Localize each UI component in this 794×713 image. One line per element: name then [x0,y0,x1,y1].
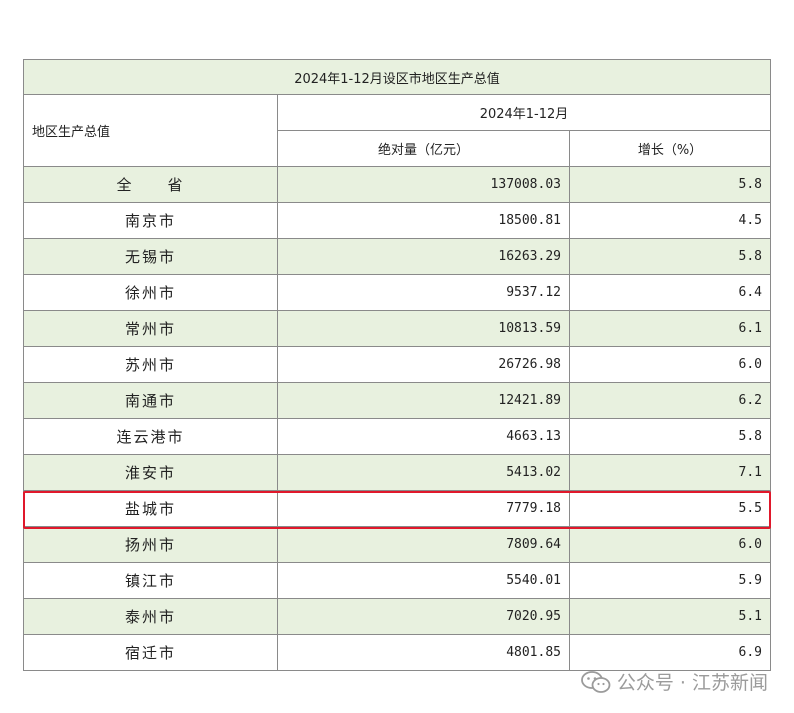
region-name: 全 省 [23,166,278,203]
growth-header: 增长（%） [568,130,772,167]
gdp-value: 9537.12 [277,274,570,311]
gdp-value: 16263.29 [277,238,570,275]
gdp-value: 18500.81 [277,202,570,239]
region-name: 常州市 [23,310,278,347]
wechat-icon [580,670,611,693]
growth-value: 6.0 [568,346,772,383]
gdp-value: 10813.59 [277,310,570,347]
growth-value: 5.8 [568,418,772,455]
table-title: 2024年1-12月设区市地区生产总值 [22,59,772,95]
growth-value: 6.1 [568,310,772,347]
table-row: 扬州市 7809.64 6.0 [23,526,772,563]
growth-value: 6.4 [568,274,772,311]
corner-header: 地区生产总值 [23,94,278,167]
growth-value: 5.1 [568,598,772,635]
gdp-value: 26726.98 [277,346,570,383]
region-name: 苏州市 [23,346,278,383]
table-row: 宿迁市 4801.85 6.9 [23,634,772,671]
region-name: 淮安市 [23,454,278,491]
table-row: 淮安市 5413.02 7.1 [23,454,772,491]
region-name: 镇江市 [23,562,278,599]
growth-value: 5.8 [568,166,772,203]
region-name: 南京市 [23,202,278,239]
table-row: 无锡市 16263.29 5.8 [23,238,772,275]
table-row: 南京市 18500.81 4.5 [23,202,772,239]
growth-value: 4.5 [568,202,772,239]
growth-value: 6.2 [568,382,772,419]
table-row: 苏州市 26726.98 6.0 [23,346,772,383]
table-row: 连云港市 4663.13 5.8 [23,418,772,455]
region-name: 无锡市 [23,238,278,275]
region-name: 南通市 [23,382,278,419]
gdp-value: 7779.18 [277,490,570,527]
region-name: 扬州市 [23,526,278,563]
growth-value: 7.1 [568,454,772,491]
growth-value: 5.8 [568,238,772,275]
region-name: 泰州市 [23,598,278,635]
table-row: 镇江市 5540.01 5.9 [23,562,772,599]
gdp-value: 7020.95 [277,598,570,635]
growth-value: 6.9 [568,634,772,671]
gdp-value: 5540.01 [277,562,570,599]
table-row: 南通市 12421.89 6.2 [23,382,772,419]
gdp-value: 4663.13 [277,418,570,455]
region-name: 徐州市 [23,274,278,311]
watermark-text: 公众号 · 江苏新闻 [616,672,768,694]
table-row: 常州市 10813.59 6.1 [23,310,772,347]
table-row: 盐城市 7779.18 5.5 [23,490,772,527]
watermark: 公众号 · 江苏新闻 [580,668,768,695]
table-row: 全 省 137008.03 5.8 [23,166,772,203]
region-name: 宿迁市 [23,634,278,671]
absolute-value-header: 绝对量（亿元） [277,130,570,167]
gdp-value: 12421.89 [277,382,570,419]
gdp-value: 5413.02 [277,454,570,491]
gdp-value: 7809.64 [277,526,570,563]
gdp-value: 4801.85 [277,634,570,671]
table-row: 徐州市 9537.12 6.4 [23,274,772,311]
growth-value: 5.9 [568,562,772,599]
period-header: 2024年1-12月 [276,94,772,131]
gdp-table: 2024年1-12月设区市地区生产总值 地区生产总值 2024年1-12月 绝对… [22,59,772,671]
region-name: 盐城市 [23,490,278,527]
gdp-value: 137008.03 [277,166,570,203]
growth-value: 5.5 [568,490,772,527]
growth-value: 6.0 [568,526,772,563]
table-row: 泰州市 7020.95 5.1 [23,598,772,635]
region-name: 连云港市 [23,418,278,455]
